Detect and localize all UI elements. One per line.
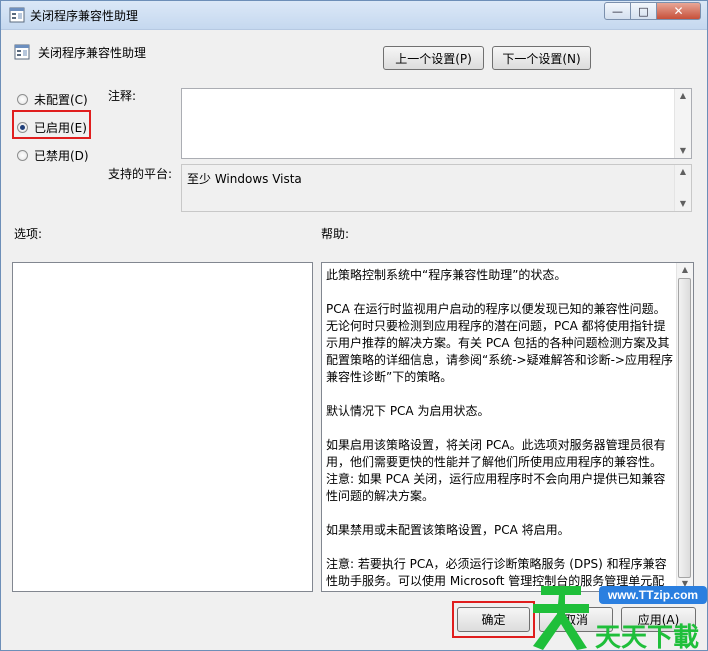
maximize-button[interactable]: □ (631, 2, 657, 20)
help-scrollbar[interactable]: ▲ ▼ (676, 263, 693, 591)
radio-dot (17, 94, 28, 105)
platform-field: 至少 Windows Vista ▲ ▼ (181, 164, 692, 212)
minimize-button[interactable]: — (604, 2, 631, 20)
radio-label: 已禁用(D) (34, 149, 89, 163)
scroll-down-arrow-icon[interactable]: ▼ (675, 144, 691, 158)
scroll-up-arrow-icon[interactable]: ▲ (675, 165, 691, 179)
next-setting-button[interactable]: 下一个设置(N) (492, 46, 591, 70)
window-title: 关闭程序兼容性助理 (30, 9, 139, 23)
help-label: 帮助: (321, 227, 350, 241)
policy-settings-icon (9, 7, 25, 23)
window-controls: — □ ✕ (604, 2, 701, 20)
scroll-up-arrow-icon[interactable]: ▲ (677, 263, 693, 277)
radio-label: 未配置(C) (34, 93, 88, 107)
comment-scrollbar[interactable]: ▲ ▼ (674, 89, 691, 158)
help-paragraph: PCA 在运行时监视用户启动的程序以便发现已知的兼容性问题。无论何时只要检测到应… (326, 302, 673, 384)
watermark-url: www.TTzip.com (607, 588, 698, 602)
radio-dot (17, 150, 28, 161)
highlight-box-enabled (12, 110, 91, 139)
highlight-box-ok (452, 601, 535, 638)
help-paragraph: 如果禁用或未配置该策略设置，PCA 将启用。 (326, 523, 570, 537)
platform-label: 支持的平台: (108, 167, 173, 181)
help-panel: 此策略控制系统中“程序兼容性助理”的状态。 PCA 在运行时监视用户启动的程序以… (321, 262, 694, 592)
platform-scrollbar[interactable]: ▲ ▼ (674, 165, 691, 211)
radio-disabled[interactable]: 已禁用(D) (17, 147, 89, 164)
help-paragraph: 默认情况下 PCA 为启用状态。 (326, 404, 490, 418)
comment-textarea[interactable]: ▲ ▼ (181, 88, 692, 159)
watermark-brand: 天天下載 (595, 623, 699, 651)
scroll-up-arrow-icon[interactable]: ▲ (675, 89, 691, 103)
help-paragraph: 如果启用该策略设置，将关闭 PCA。此选项对服务器管理员很有用，他们需要更快的性… (326, 438, 666, 503)
title-bar[interactable]: 关闭程序兼容性助理 — □ ✕ (1, 1, 707, 30)
scroll-thumb[interactable] (678, 278, 691, 578)
help-text: 此策略控制系统中“程序兼容性助理”的状态。 PCA 在运行时监视用户启动的程序以… (326, 267, 673, 591)
comment-label: 注释: (108, 89, 137, 103)
platform-value: 至少 Windows Vista (187, 172, 302, 186)
help-paragraph: 此策略控制系统中“程序兼容性助理”的状态。 (326, 268, 567, 282)
prev-setting-button[interactable]: 上一个设置(P) (383, 46, 484, 70)
dialog-window: 关闭程序兼容性助理 — □ ✕ 关闭程序兼容性助理 上一个设置(P) 下一个设置… (0, 0, 708, 651)
radio-not-configured[interactable]: 未配置(C) (17, 91, 88, 108)
options-panel (12, 262, 313, 592)
watermark-logo: www.TTzip.com 天天下載 (533, 586, 707, 651)
options-label: 选项: (14, 227, 43, 241)
policy-name: 关闭程序兼容性助理 (38, 46, 147, 60)
policy-icon (14, 44, 30, 60)
close-button[interactable]: ✕ (657, 2, 701, 20)
scroll-down-arrow-icon[interactable]: ▼ (675, 197, 691, 211)
tian-logo-icon (533, 586, 589, 650)
